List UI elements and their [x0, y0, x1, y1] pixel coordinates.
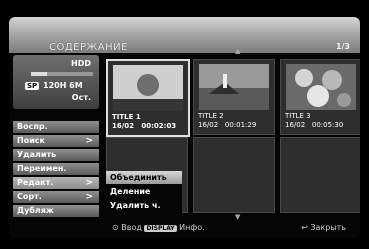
close-help: ↩ Закрыть: [301, 223, 346, 232]
menu-item-sort[interactable]: Сорт. >: [13, 191, 99, 203]
menu-item-rename[interactable]: Переимен.: [13, 163, 99, 175]
menu-item-dub[interactable]: Дубляж: [13, 205, 99, 217]
submenu-item-combine[interactable]: Объединить: [106, 171, 182, 184]
footer-help: ⊙ Ввод DISPLAY Инфо.: [112, 223, 205, 232]
scroll-down-icon[interactable]: ▼: [235, 213, 240, 221]
info-label: Инфо.: [179, 223, 205, 232]
record-mode-badge: SP: [25, 82, 40, 90]
lighthouse-icon: [199, 64, 269, 110]
title-date-duration: 16/02 00:02:03: [112, 122, 177, 130]
sun-icon: [113, 65, 183, 111]
title-name: TITLE 3: [285, 112, 311, 120]
page-title: СОДЕРЖАНИЕ: [49, 42, 128, 53]
display-button-icon: DISPLAY: [144, 225, 177, 232]
flowers-icon: [286, 64, 356, 110]
menu-item-delete[interactable]: Удалить: [13, 149, 99, 161]
enter-icon: ⊙: [112, 223, 119, 232]
title-thumbnail[interactable]: TITLE 2 16/02 00:01:29: [193, 59, 275, 135]
title-name: TITLE 2: [198, 112, 224, 120]
title-date-duration: 16/02 00:01:29: [198, 121, 257, 129]
submenu-item-delete-part[interactable]: Удалить ч.: [106, 199, 182, 212]
title-thumbnail[interactable]: TITLE 3 16/02 00:05:30: [280, 59, 360, 135]
edit-submenu: Объединить Деление Удалить ч.: [106, 171, 182, 215]
disk-label: HDD: [71, 59, 91, 68]
menu-item-search[interactable]: Поиск >: [13, 135, 99, 147]
page-number: 1/3: [335, 42, 350, 51]
title-thumbnail[interactable]: TITLE 1 16/02 00:02:03: [106, 59, 190, 137]
contents-screen: СОДЕРЖАНИЕ 1/3 HDD SP 120H 6M Ост. Воспр…: [9, 17, 360, 238]
options-menu: Воспр. Поиск > Удалить Переимен. Редакт. >…: [13, 121, 99, 219]
close-label: Закрыть: [310, 223, 346, 232]
title-date-duration: 16/02 00:05:30: [285, 121, 344, 129]
disk-info-panel: HDD SP 120H 6M Ост.: [13, 55, 99, 109]
return-icon: ↩: [301, 223, 308, 232]
remaining-label: Ост.: [71, 93, 91, 102]
disk-usage-bar: [31, 72, 93, 76]
scroll-up-icon[interactable]: ▲: [235, 47, 240, 55]
empty-slot: [193, 137, 275, 213]
title-name: TITLE 1: [112, 113, 141, 121]
remaining-time: 120H 6M: [43, 81, 83, 90]
enter-label: Ввод: [121, 223, 142, 232]
empty-slot: [280, 137, 360, 213]
menu-item-play[interactable]: Воспр.: [13, 121, 99, 133]
submenu-item-divide[interactable]: Деление: [106, 185, 182, 198]
menu-item-edit[interactable]: Редакт. >: [13, 177, 99, 189]
